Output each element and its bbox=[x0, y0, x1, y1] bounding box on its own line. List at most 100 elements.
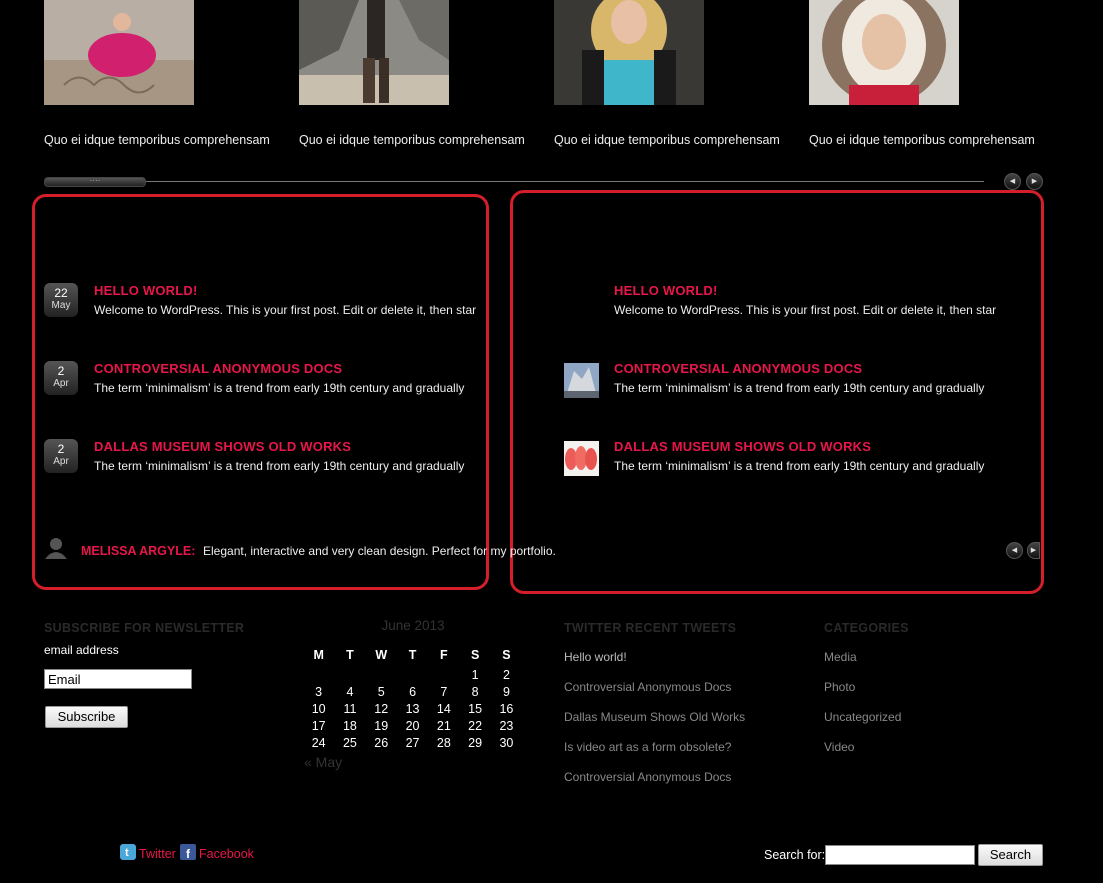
calendar-day: 3 bbox=[315, 684, 323, 699]
portrait-photo bbox=[554, 0, 704, 105]
calendar-day bbox=[366, 666, 397, 683]
rocks-photo bbox=[299, 0, 449, 105]
calendar-day: 28 bbox=[436, 735, 451, 750]
tweet-link[interactable]: Hello world! bbox=[564, 650, 627, 664]
carousel-caption[interactable]: Quo ei idque temporibus comprehensam bbox=[299, 133, 525, 147]
tweets-widget-title: TWITTER RECENT TWEETS bbox=[564, 621, 737, 635]
calendar-day: 13 bbox=[405, 701, 420, 716]
calendar-day: 30 bbox=[499, 735, 514, 750]
calendar-day: 8 bbox=[471, 684, 479, 699]
post-excerpt: Welcome to WordPress. This is your first… bbox=[94, 303, 477, 317]
calendar-day: 2 bbox=[502, 667, 510, 682]
user-avatar-icon bbox=[45, 538, 67, 559]
calendar-day bbox=[428, 666, 459, 683]
testimonial-prev-button[interactable]: ◀ bbox=[1006, 542, 1023, 559]
tweet-link[interactable]: Controversial Anonymous Docs bbox=[564, 680, 731, 694]
calendar-prev-month-link[interactable]: « May bbox=[304, 754, 342, 770]
carousel-image-2[interactable] bbox=[299, 0, 449, 105]
post-date-month: May bbox=[51, 300, 71, 311]
search-input[interactable] bbox=[825, 845, 975, 865]
post-title-link[interactable]: HELLO WORLD! bbox=[94, 283, 198, 298]
twitter-link[interactable]: Twitter bbox=[139, 847, 176, 861]
subscribe-button[interactable]: Subscribe bbox=[45, 706, 128, 728]
calendar-day: 1 bbox=[471, 667, 479, 682]
calendar-day bbox=[334, 666, 365, 683]
carousel-caption[interactable]: Quo ei idque temporibus comprehensam bbox=[554, 133, 780, 147]
tweet-link[interactable]: Controversial Anonymous Docs bbox=[564, 770, 731, 784]
calendar-day: 7 bbox=[440, 684, 448, 699]
post-title-link[interactable]: DALLAS MUSEUM SHOWS OLD WORKS bbox=[614, 439, 871, 454]
calendar-day: 15 bbox=[468, 701, 483, 716]
post-thumbnail-building[interactable] bbox=[564, 363, 599, 398]
calendar-weekday: S bbox=[470, 648, 480, 662]
calendar-day: 11 bbox=[343, 701, 357, 716]
calendar-week: 3 4 5 6 7 8 9 bbox=[303, 683, 522, 700]
post-excerpt: The term ‘minimalism’ is a trend from ea… bbox=[94, 459, 465, 473]
post-date-day: 22 bbox=[54, 286, 68, 300]
calendar-weekday: T bbox=[346, 648, 354, 662]
carousel-image-4[interactable] bbox=[809, 0, 959, 105]
calendar-week: 24 25 26 27 28 29 30 bbox=[303, 734, 522, 751]
search-label: Search for: bbox=[764, 848, 826, 862]
calendar-day: 21 bbox=[436, 718, 451, 733]
calendar-week: 1 2 bbox=[303, 666, 522, 683]
calendar-day bbox=[303, 666, 334, 683]
category-link[interactable]: Uncategorized bbox=[824, 710, 901, 724]
calendar-day: 24 bbox=[311, 735, 326, 750]
calendar-weekday: W bbox=[375, 648, 388, 662]
arrow-left-icon: ◀ bbox=[1009, 178, 1016, 185]
search-button[interactable]: Search bbox=[978, 844, 1043, 866]
post-title-link[interactable]: HELLO WORLD! bbox=[614, 283, 718, 298]
carousel-caption[interactable]: Quo ei idque temporibus comprehensam bbox=[809, 133, 1035, 147]
calendar-weekday: T bbox=[408, 648, 417, 662]
category-link[interactable]: Photo bbox=[824, 680, 855, 694]
calendar-day: 26 bbox=[374, 735, 389, 750]
post-thumbnail-flowers[interactable] bbox=[564, 441, 599, 476]
calendar-weekday: F bbox=[440, 648, 448, 662]
tweet-link[interactable]: Dallas Museum Shows Old Works bbox=[564, 710, 745, 724]
post-title-link[interactable]: DALLAS MUSEUM SHOWS OLD WORKS bbox=[94, 439, 351, 454]
post-excerpt: The term ‘minimalism’ is a trend from ea… bbox=[614, 459, 985, 473]
carousel-prev-button[interactable]: ◀ bbox=[1004, 173, 1021, 190]
post-excerpt: The term ‘minimalism’ is a trend from ea… bbox=[614, 381, 985, 395]
testimonial-next-button[interactable]: ▶ bbox=[1027, 542, 1040, 559]
calendar-day: 12 bbox=[374, 701, 389, 716]
winter-portrait-photo bbox=[809, 0, 959, 105]
carousel-scroll-track[interactable] bbox=[44, 181, 984, 182]
categories-widget-title: CATEGORIES bbox=[824, 621, 909, 635]
post-date-badge: 2 Apr bbox=[44, 361, 78, 395]
newsletter-widget-title: SUBSCRIBE FOR NEWSLETTER bbox=[44, 621, 245, 635]
category-link[interactable]: Media bbox=[824, 650, 857, 664]
calendar-day: 20 bbox=[405, 718, 420, 733]
facebook-icon[interactable]: f bbox=[180, 844, 196, 860]
calendar-day: 29 bbox=[468, 735, 483, 750]
carousel-scroll-handle[interactable]: ···· bbox=[44, 177, 146, 187]
post-date-month: Apr bbox=[53, 456, 69, 467]
carousel-caption[interactable]: Quo ei idque temporibus comprehensam bbox=[44, 133, 270, 147]
arrow-right-icon: ▶ bbox=[1031, 178, 1038, 185]
post-title-link[interactable]: CONTROVERSIAL ANONYMOUS DOCS bbox=[614, 361, 862, 376]
email-field[interactable] bbox=[44, 669, 192, 689]
post-date-month: Apr bbox=[53, 378, 69, 389]
arrow-left-icon: ◀ bbox=[1011, 547, 1018, 554]
post-date-badge: 22 May bbox=[44, 283, 78, 317]
calendar-day: 14 bbox=[436, 701, 451, 716]
post-excerpt: Welcome to WordPress. This is your first… bbox=[614, 303, 997, 317]
carousel-next-button[interactable]: ▶ bbox=[1026, 173, 1043, 190]
tweet-link[interactable]: Is video art as a form obsolete? bbox=[564, 740, 731, 754]
arrow-right-icon: ▶ bbox=[1030, 547, 1037, 554]
carousel-image-1[interactable] bbox=[44, 0, 194, 105]
category-link[interactable]: Video bbox=[824, 740, 854, 754]
calendar-day: 5 bbox=[377, 684, 385, 699]
calendar-day bbox=[397, 666, 428, 683]
calendar-day: 19 bbox=[374, 718, 389, 733]
carousel-image-3[interactable] bbox=[554, 0, 704, 105]
post-title-link[interactable]: CONTROVERSIAL ANONYMOUS DOCS bbox=[94, 361, 342, 376]
calendar-table: M T W T F S S 1 2 3 4 5 6 7 8 9 10 11 12… bbox=[303, 644, 522, 751]
calendar-day: 9 bbox=[502, 684, 510, 699]
calendar-day: 10 bbox=[311, 701, 326, 716]
post-date-day: 2 bbox=[57, 442, 65, 456]
calendar-day: 22 bbox=[468, 718, 483, 733]
facebook-link[interactable]: Facebook bbox=[199, 847, 254, 861]
twitter-icon[interactable]: t bbox=[120, 844, 136, 860]
